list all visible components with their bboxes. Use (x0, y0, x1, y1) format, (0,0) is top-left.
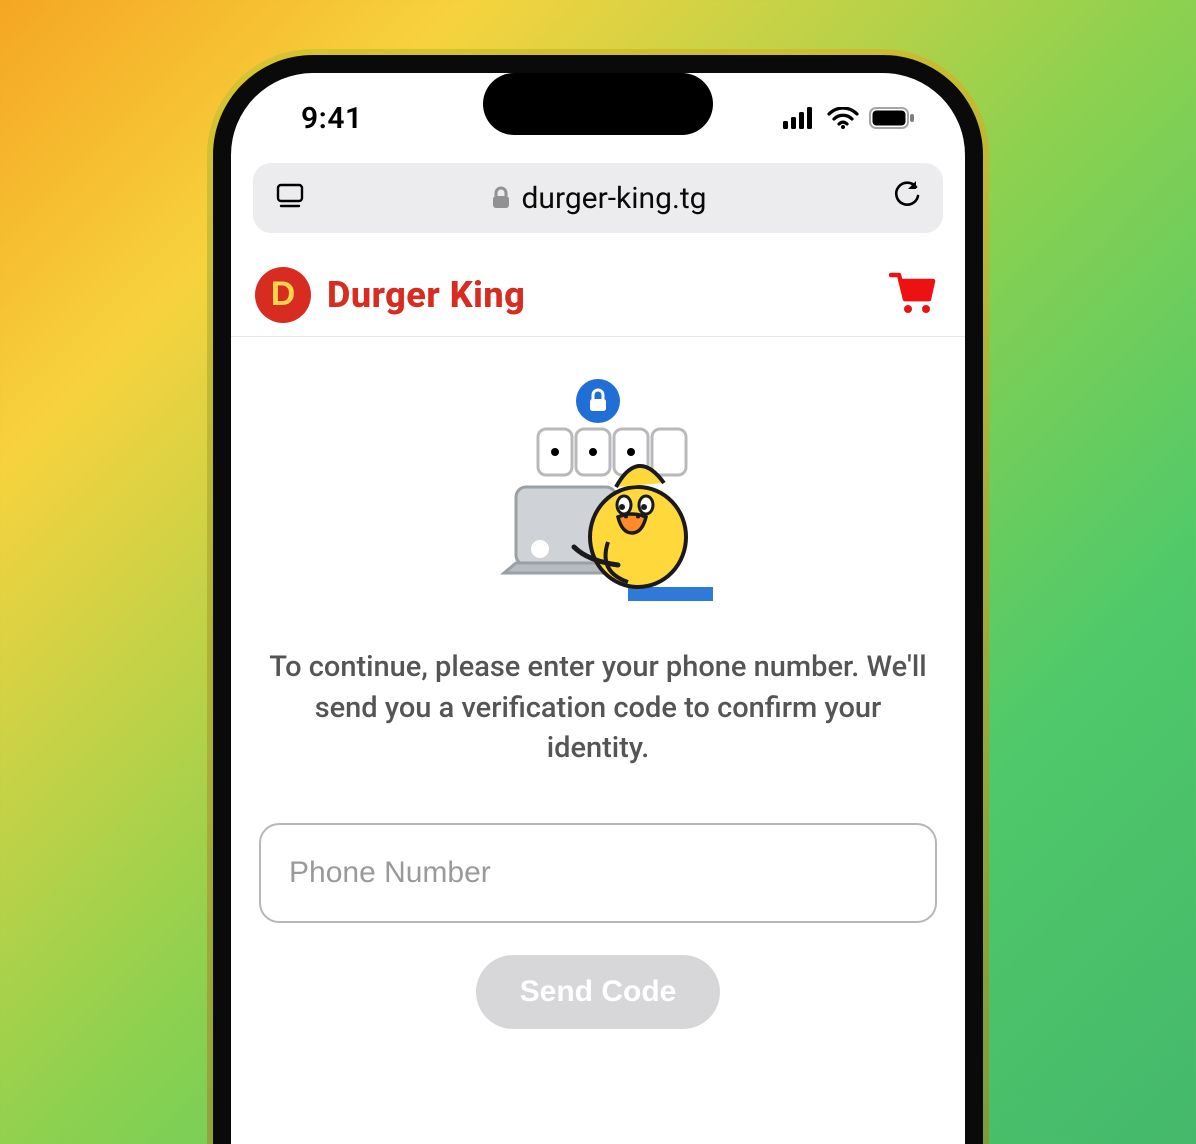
wifi-icon (827, 107, 859, 129)
app-header: D Durger King (231, 253, 965, 337)
verification-illustration-icon (468, 377, 728, 617)
browser-url-bar[interactable]: durger-king.tg (253, 163, 943, 233)
battery-icon (869, 107, 915, 129)
brand-letter: D (271, 275, 296, 314)
brand[interactable]: D Durger King (255, 267, 525, 323)
url-text: durger-king.tg (521, 181, 706, 216)
reader-mode-icon[interactable] (275, 183, 305, 213)
brand-name: Durger King (327, 274, 525, 316)
verification-prompt: To continue, please enter your phone num… (259, 647, 937, 769)
status-time: 9:41 (301, 101, 363, 136)
cellular-icon (783, 107, 817, 129)
phone-frame: 9:41 dur (213, 55, 983, 1144)
lock-icon (491, 186, 511, 210)
cart-icon[interactable] (889, 271, 937, 319)
dynamic-island (483, 73, 713, 135)
send-code-button[interactable]: Send Code (476, 955, 721, 1029)
url-display: durger-king.tg (491, 181, 706, 216)
phone-number-input[interactable] (259, 823, 937, 923)
brand-logo-icon: D (255, 267, 311, 323)
status-icons (783, 107, 915, 129)
verification-panel: To continue, please enter your phone num… (231, 337, 965, 1029)
reload-icon[interactable] (893, 181, 921, 215)
phone-screen: 9:41 dur (231, 73, 965, 1144)
